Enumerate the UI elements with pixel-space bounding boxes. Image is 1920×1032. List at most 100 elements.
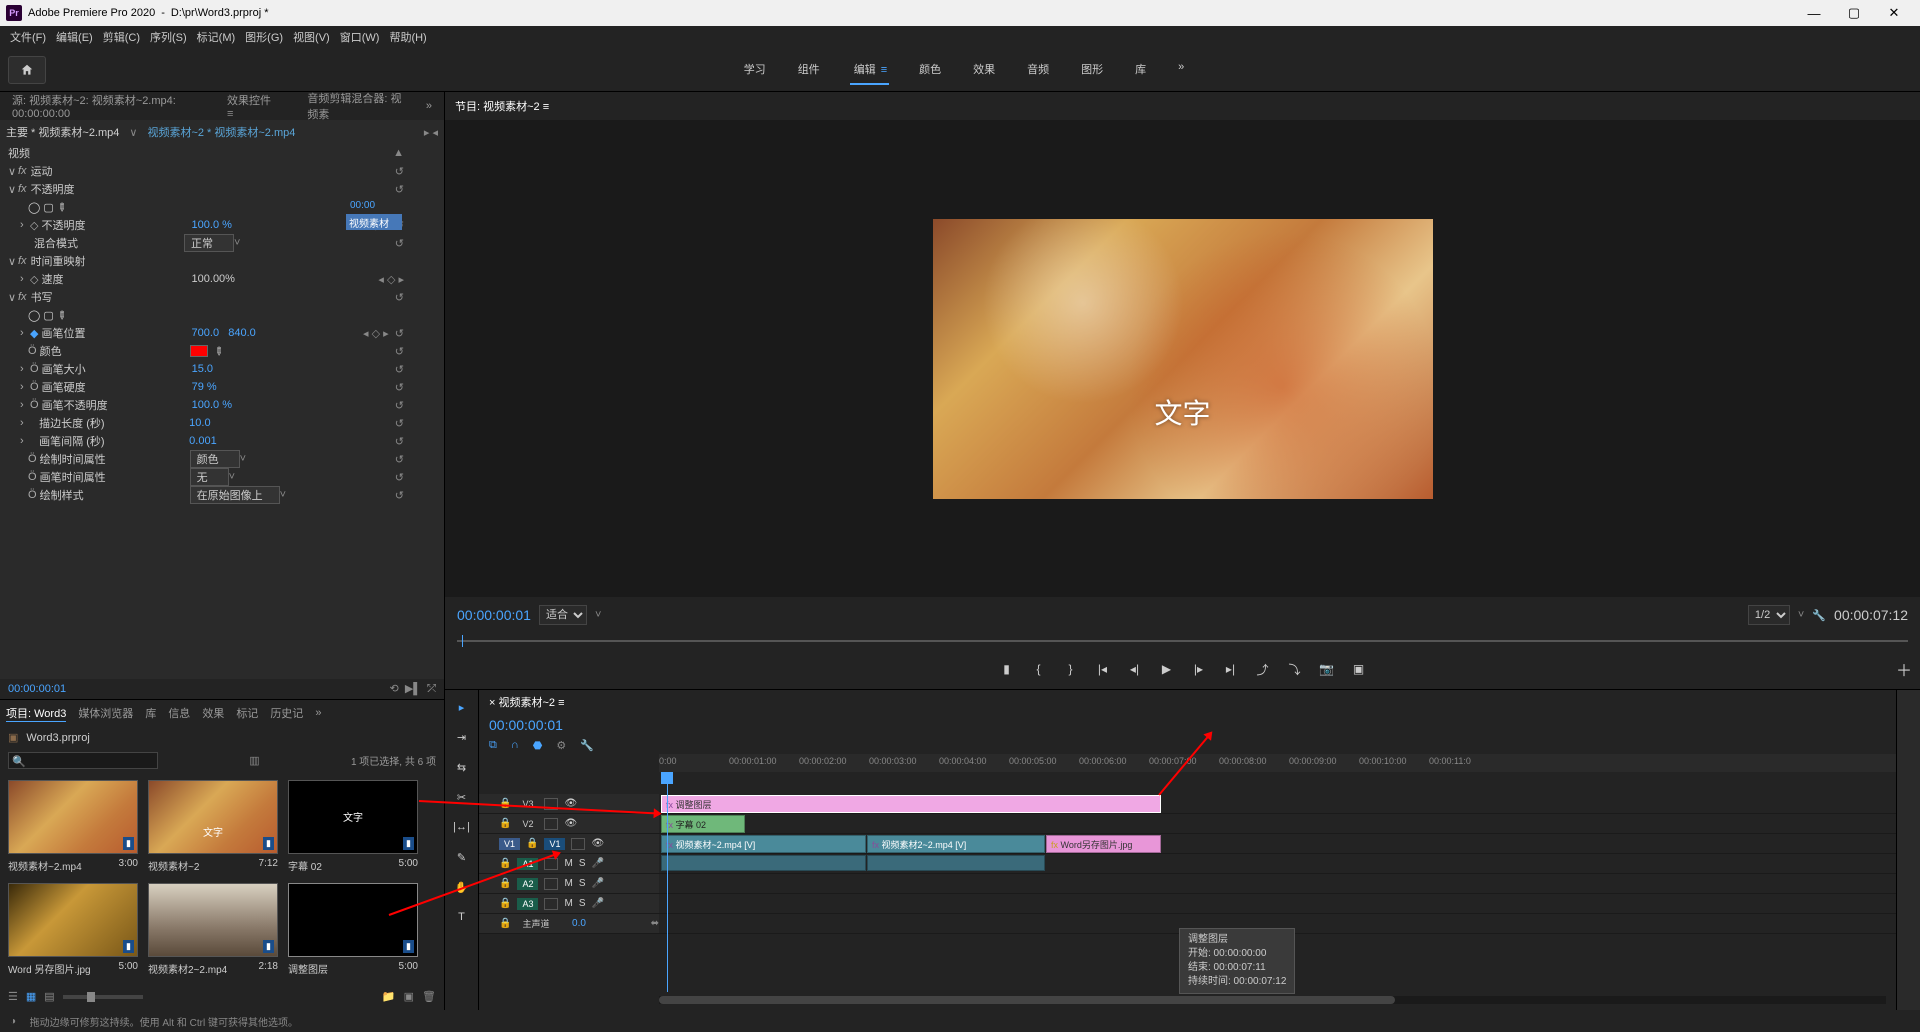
reset-icon[interactable]: ↺ (395, 165, 404, 178)
solo-icon[interactable]: S (579, 898, 586, 909)
fx-motion[interactable]: 运动 (31, 163, 181, 179)
solo-icon[interactable]: S (579, 858, 586, 869)
tab-program[interactable]: 节目: 视频素材~2 ≡ (455, 98, 549, 114)
fx-timeremap[interactable]: 时间重映射 (31, 253, 181, 269)
home-button[interactable] (8, 56, 46, 84)
prop-brushtime[interactable]: 画笔时间属性 (40, 469, 190, 485)
mask-rect-icon[interactable]: ▢ (43, 309, 53, 322)
tab-audio-mixer[interactable]: 音频剪辑混合器: 视频素 (301, 88, 410, 124)
track-toggle[interactable] (544, 818, 558, 830)
val-brushtime[interactable]: 无 (190, 468, 229, 486)
mask-pen-icon[interactable]: ✎ (54, 307, 70, 323)
close-button[interactable]: ✕ (1874, 0, 1914, 26)
prop-opacity[interactable]: 不透明度 (42, 217, 192, 233)
button-editor[interactable]: ＋ (1896, 657, 1912, 681)
track-toggle[interactable] (571, 838, 585, 850)
prop-brushpos[interactable]: 画笔位置 (42, 325, 192, 341)
track-toggle[interactable] (544, 898, 558, 910)
track-select-tool[interactable]: ⇥ (451, 726, 473, 748)
minimize-button[interactable]: — (1794, 0, 1834, 26)
fx-opacity[interactable]: 不透明度 (31, 181, 181, 197)
master-clip[interactable]: 主要 * 视频素材~2.mp4 (6, 124, 119, 140)
step-back-button[interactable]: ◂| (1122, 658, 1148, 680)
mute-icon[interactable]: M (564, 878, 572, 889)
project-item[interactable]: ▮ 视频素材~2.mp43:00 (8, 780, 138, 873)
project-item[interactable]: 文字▮ 字幕 025:00 (288, 780, 418, 873)
lock-icon[interactable]: 🔒 (499, 898, 511, 909)
tab-info[interactable]: 信息 (168, 705, 190, 721)
ws-color[interactable]: 颜色 (917, 55, 943, 85)
export-frame-button[interactable]: 📷 (1314, 658, 1340, 680)
mask-rect-icon[interactable]: ▢ (43, 201, 53, 214)
prop-strokelen[interactable]: 描边长度 (秒) (39, 415, 189, 431)
sequence-clip[interactable]: 视频素材~2 * 视频素材~2.mp4 (147, 124, 295, 140)
program-viewport[interactable]: 文字 (445, 120, 1920, 597)
ws-assembly[interactable]: 组件 (796, 55, 822, 85)
trash-icon[interactable]: 🗑 (422, 990, 436, 1003)
bin-icon[interactable]: ▥ (249, 754, 259, 767)
lift-button[interactable]: ⤴ (1250, 658, 1276, 680)
val-brushint[interactable]: 0.001 (189, 435, 217, 447)
markers-icon[interactable]: ⬣ (533, 739, 543, 752)
mask-ellipse-icon[interactable]: ◯ (28, 309, 40, 322)
slip-tool[interactable]: |↔| (451, 816, 473, 838)
project-item[interactable]: ▮ Word 另存图片.jpg5:00 (8, 883, 138, 976)
program-timecode[interactable]: 00:00:00:01 (457, 607, 531, 623)
lock-icon[interactable]: 🔒 (499, 918, 511, 929)
tab-overflow[interactable]: » (420, 98, 438, 114)
selection-tool[interactable]: ▸ (451, 696, 473, 718)
zoom-slider[interactable] (63, 995, 143, 999)
clip-audio2[interactable] (867, 855, 1045, 871)
clip-subtitle[interactable]: fx 字幕 02 (661, 815, 745, 833)
prop-brushint[interactable]: 画笔间隔 (秒) (39, 433, 189, 449)
ws-effects[interactable]: 效果 (971, 55, 997, 85)
icon-view-icon[interactable]: ▦ (26, 990, 36, 1003)
clip-audio1[interactable] (661, 855, 866, 871)
linked-selection-icon[interactable]: ∩ (511, 739, 519, 751)
val-speed[interactable]: 100.00% (192, 273, 235, 285)
val-brushsize[interactable]: 15.0 (192, 363, 213, 375)
prop-painttime[interactable]: 绘制时间属性 (40, 451, 190, 467)
maximize-button[interactable]: ▢ (1834, 0, 1874, 26)
new-bin-icon[interactable]: 📁 (382, 990, 396, 1003)
go-out-button[interactable]: ▸| (1218, 658, 1244, 680)
val-opacity[interactable]: 100.0 % (192, 219, 232, 231)
menu-graphics[interactable]: 图形(G) (241, 27, 287, 47)
tab-markers[interactable]: 标记 (236, 705, 258, 721)
mask-ellipse-icon[interactable]: ◯ (28, 201, 40, 214)
ws-libraries[interactable]: 库 (1133, 55, 1148, 85)
lock-icon[interactable]: 🔒 (499, 878, 511, 889)
prop-brushhard[interactable]: 画笔硬度 (42, 379, 192, 395)
tab-history[interactable]: 历史记 (270, 705, 303, 721)
compare-button[interactable]: ▣ (1346, 658, 1372, 680)
val-paintstyle[interactable]: 在原始图像上 (190, 486, 280, 504)
clip-image[interactable]: fx Word另存图片.jpg (1046, 835, 1161, 853)
wrench-icon[interactable]: 🔧 (1812, 609, 1826, 622)
timeline-scrollbar[interactable] (1896, 690, 1920, 1010)
lock-icon[interactable]: 🔒 (499, 858, 511, 869)
prop-speed[interactable]: 速度 (42, 271, 192, 287)
snap-toggle[interactable]: ◑ (10, 1016, 16, 1027)
wrench-icon[interactable]: 🔧 (580, 739, 594, 752)
val-brushhard[interactable]: 79 % (192, 381, 217, 393)
play-button[interactable]: ▶ (1154, 658, 1180, 680)
menu-view[interactable]: 视图(V) (289, 27, 334, 47)
solo-icon[interactable]: S (579, 878, 586, 889)
source-v1[interactable]: V1 (499, 838, 520, 850)
val-blend[interactable]: 正常 (184, 234, 234, 252)
fx-write[interactable]: 书写 (31, 289, 181, 305)
tab-effects[interactable]: 效果 (202, 705, 224, 721)
pen-tool[interactable]: ✎ (451, 846, 473, 868)
extract-button[interactable]: ⤵ (1282, 658, 1308, 680)
eyedropper-icon[interactable]: ✎ (210, 343, 226, 359)
timeline-ruler[interactable]: 0:00 00:00:01:00 00:00:02:00 00:00:03:00… (659, 754, 1896, 772)
prop-brushsize[interactable]: 画笔大小 (42, 361, 192, 377)
menu-window[interactable]: 窗口(W) (336, 27, 384, 47)
tab-media-browser[interactable]: 媒体浏览器 (78, 705, 133, 721)
clip-video2[interactable]: fx 视频素材2~2.mp4 [V] (867, 835, 1045, 853)
timeline-zoom-bar[interactable] (659, 996, 1886, 1004)
prop-brushopac[interactable]: 画笔不透明度 (42, 397, 192, 413)
project-item[interactable]: ▮ 视频素材2~2.mp42:18 (148, 883, 278, 976)
freeform-icon[interactable]: ▤ (44, 990, 54, 1003)
timeline-timecode[interactable]: 00:00:00:01 (489, 717, 563, 733)
